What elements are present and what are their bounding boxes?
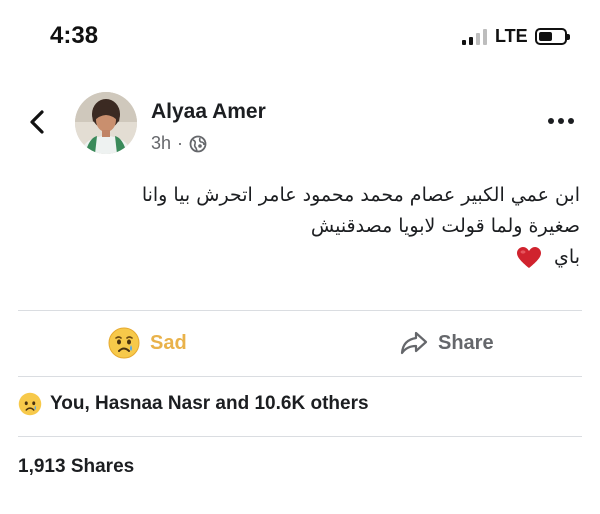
author-name[interactable]: Alyaa Amer [151,100,266,124]
signal-icon [462,28,487,45]
sad-face-icon [18,392,42,416]
post-text-line: ابن عمي الكبير عصام محمد محمود عامر اتحر… [141,184,580,206]
share-label: Share [438,331,494,354]
network-type: LTE [495,26,528,46]
globe-icon [189,135,207,152]
reactions-text: You, Hasnaa Nasr and 10.6K others [50,393,369,414]
post-time[interactable]: 3h [151,133,171,154]
share-arrow-icon [400,330,428,356]
reaction-label: Sad [150,331,187,354]
avatar[interactable] [75,92,137,154]
post-text-line: صغيرة ولما قولت لابويا مصدقنيش [310,215,580,237]
ellipsis-icon [548,118,574,124]
divider [18,376,582,377]
meta-separator: · [177,133,184,153]
chevron-left-icon [30,110,44,134]
reactions-summary[interactable]: You, Hasnaa Nasr and 10.6K others [18,392,369,416]
share-button[interactable]: Share [400,324,494,362]
status-indicators: LTE [462,26,570,47]
heart-icon [517,246,541,268]
post-text: ابن عمي الكبير عصام محمد محمود عامر اتحر… [40,180,580,273]
post-text-line: باي [554,246,580,268]
post-text-line-last: باي [40,242,580,273]
sad-face-icon [108,327,140,359]
battery-icon [534,28,570,45]
post-screen: 4:38 LTE Alyaa Amer 3h · ابن عمي الكبير … [0,0,600,514]
divider [18,436,582,437]
shares-count[interactable]: 1,913 Shares [18,456,134,478]
status-time: 4:38 [50,22,99,49]
post-meta: 3h · [151,133,207,154]
more-options-button[interactable] [547,113,575,124]
divider [18,310,582,311]
reaction-button[interactable]: Sad [108,324,187,362]
back-button[interactable] [24,108,52,136]
